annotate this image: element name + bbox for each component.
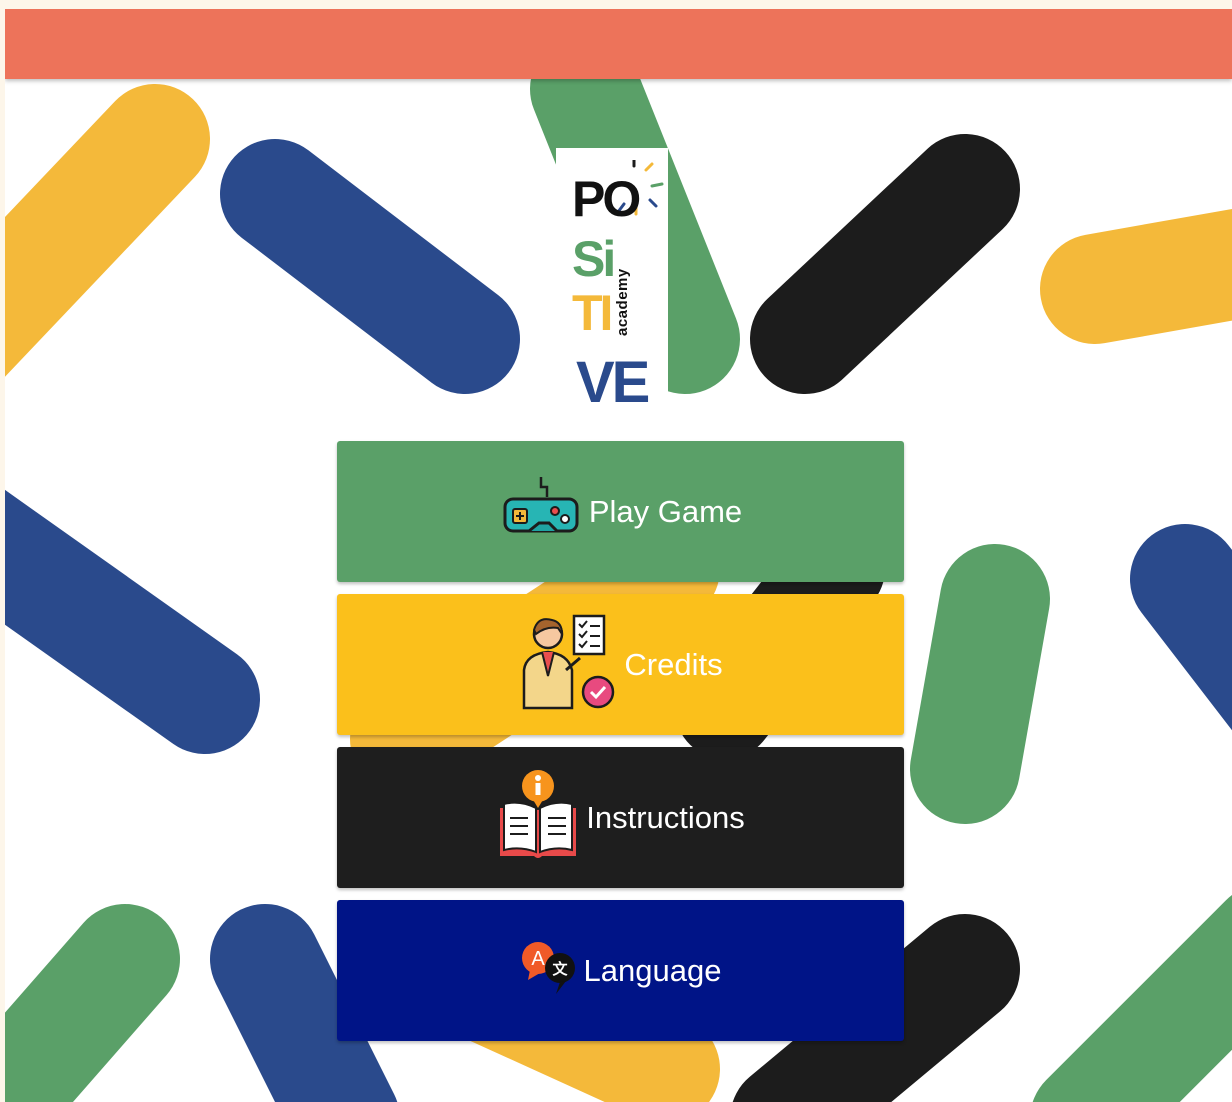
logo-line-ti: TI <box>572 285 613 341</box>
gamepad-icon <box>499 473 583 551</box>
svg-text:A: A <box>531 948 545 970</box>
svg-text:文: 文 <box>552 960 568 978</box>
credits-button[interactable]: Credits <box>337 594 904 735</box>
play-game-label: Play Game <box>588 493 743 529</box>
top-app-bar <box>5 9 1232 79</box>
credits-label: Credits <box>624 646 723 682</box>
instructions-label: Instructions <box>586 799 745 835</box>
logo-line-po: PO <box>572 171 641 227</box>
book-info-icon <box>496 768 580 868</box>
language-label: Language <box>583 952 722 988</box>
language-button[interactable]: A 文 Language <box>337 900 904 1041</box>
logo-line-ve: VE <box>576 350 650 415</box>
instructions-button[interactable]: Instructions <box>337 747 904 888</box>
main-menu: Play Game Credits Instructions A 文 Langu… <box>337 441 904 1053</box>
play-game-button[interactable]: Play Game <box>337 441 904 582</box>
app-screen: PO Si TI VE academy Play Game Credits In… <box>5 9 1232 1102</box>
positive-academy-logo: PO Si TI VE academy <box>556 148 668 416</box>
logo-line-si: Si <box>572 231 616 287</box>
logo-tagline: academy <box>614 268 631 336</box>
translate-icon: A 文 <box>520 936 578 1006</box>
teacher-checklist-icon <box>518 612 618 718</box>
